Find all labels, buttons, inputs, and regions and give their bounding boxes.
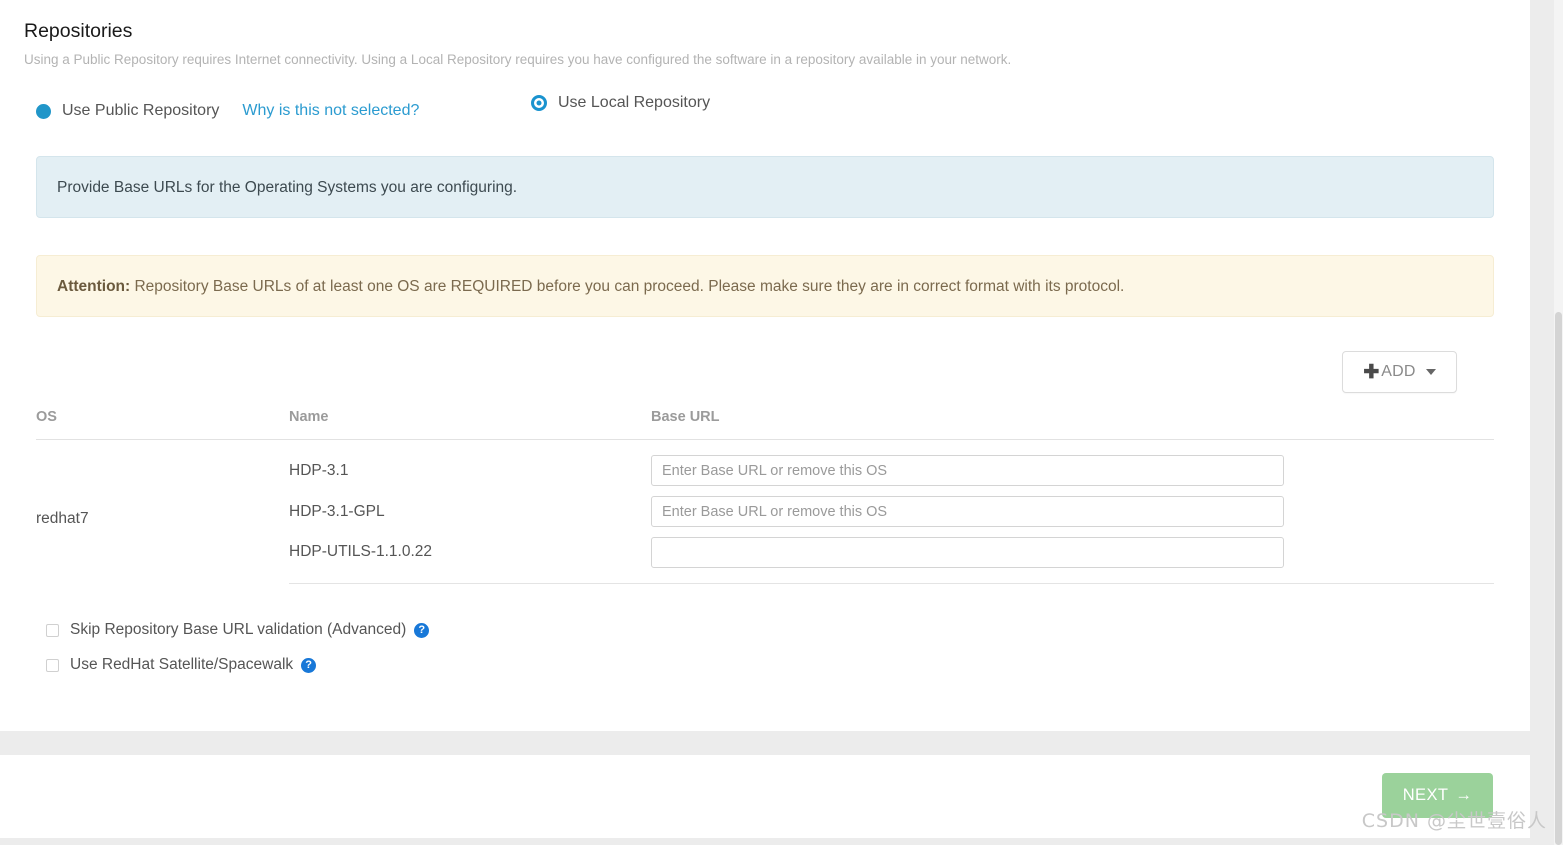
next-button-label: NEXT [1402, 786, 1449, 804]
chevron-down-icon [1425, 369, 1436, 375]
repo-name-cell: HDP-3.1-GPL [289, 502, 385, 520]
table-row: redhat7 HDP-3.1 [36, 440, 1494, 527]
table-header-row: OS Name Base URL [36, 409, 1494, 440]
option-label-skip-validation[interactable]: Skip Repository Base URL validation (Adv… [70, 621, 406, 639]
option-skip-validation: Skip Repository Base URL validation (Adv… [36, 616, 1494, 644]
repositories-table: OS Name Base URL redhat7 HDP-3.1 HDP-3.1… [36, 409, 1494, 584]
column-header-base-url: Base URL [651, 409, 1494, 440]
arrow-right-icon: → [1455, 786, 1473, 804]
radio-label-public-repository[interactable]: Use Public Repository [62, 102, 219, 120]
checkbox-use-redhat-satellite[interactable] [46, 658, 59, 672]
page-title: Repositories [24, 20, 133, 42]
radio-group-public-repository: Use Public Repository Why is this not se… [36, 102, 419, 120]
repository-choice-row: Use Public Repository Why is this not se… [24, 94, 1494, 138]
page-scrollbar[interactable] [1554, 0, 1563, 845]
option-label-use-satellite[interactable]: Use RedHat Satellite/Spacewalk [70, 656, 293, 674]
radio-label-local-repository[interactable]: Use Local Repository [558, 94, 710, 112]
footer-bottom-band [0, 838, 1530, 845]
warning-alert: Attention: Repository Base URLs of at le… [36, 255, 1494, 317]
add-button-label: ADD [1381, 363, 1416, 380]
radio-use-public-repository[interactable] [36, 103, 51, 119]
why-not-selected-link[interactable]: Why is this not selected? [242, 102, 419, 120]
base-url-input-hdputils[interactable] [651, 536, 1284, 568]
add-button[interactable]: ✚ ADD [1342, 351, 1457, 393]
options-list: Skip Repository Base URL validation (Adv… [36, 616, 1494, 679]
option-use-satellite: Use RedHat Satellite/Spacewalk ? [36, 651, 1494, 679]
plus-icon: ✚ [1363, 361, 1380, 383]
question-mark-icon[interactable]: ? [301, 657, 317, 673]
scrollbar-thumb[interactable] [1555, 312, 1562, 845]
page-subtitle: Using a Public Repository requires Inter… [24, 52, 1012, 67]
base-url-cell [651, 440, 1494, 488]
table-head: OS Name Base URL [36, 409, 1494, 440]
repo-name-cell: HDP-UTILS-1.1.0.22 [289, 535, 651, 584]
table-toolbar: ✚ ADD [24, 351, 1494, 393]
base-url-cell [651, 535, 1494, 584]
base-url-input-hdp31gpl[interactable] [651, 496, 1284, 527]
table-body: redhat7 HDP-3.1 HDP-3.1-GPL HDP-UTILS-1.… [36, 440, 1494, 584]
warning-alert-text: Repository Base URLs of at least one OS … [130, 278, 1125, 295]
warning-alert-strong: Attention: [57, 278, 131, 295]
repo-name-cell: HDP-3.1 [289, 461, 349, 479]
base-url-cell [651, 488, 1494, 536]
radio-use-local-repository[interactable] [531, 95, 547, 111]
section-divider-band [0, 731, 1530, 755]
os-cell: redhat7 [36, 509, 89, 527]
base-url-input-hdp31[interactable] [651, 455, 1284, 487]
question-mark-icon[interactable]: ? [414, 622, 430, 638]
column-header-os: OS [36, 409, 289, 440]
wizard-footer: NEXT → [0, 755, 1530, 838]
radio-group-local-repository: Use Local Repository [531, 94, 710, 112]
page-root: Repositories Using a Public Repository r… [0, 0, 1563, 845]
info-alert: Provide Base URLs for the Operating Syst… [36, 156, 1494, 218]
watermark: CSDN @尘世壹俗人 [1361, 810, 1547, 832]
checkbox-skip-repository-validation[interactable] [46, 623, 59, 637]
column-header-name: Name [289, 409, 651, 440]
repositories-card: Repositories Using a Public Repository r… [0, 0, 1530, 731]
